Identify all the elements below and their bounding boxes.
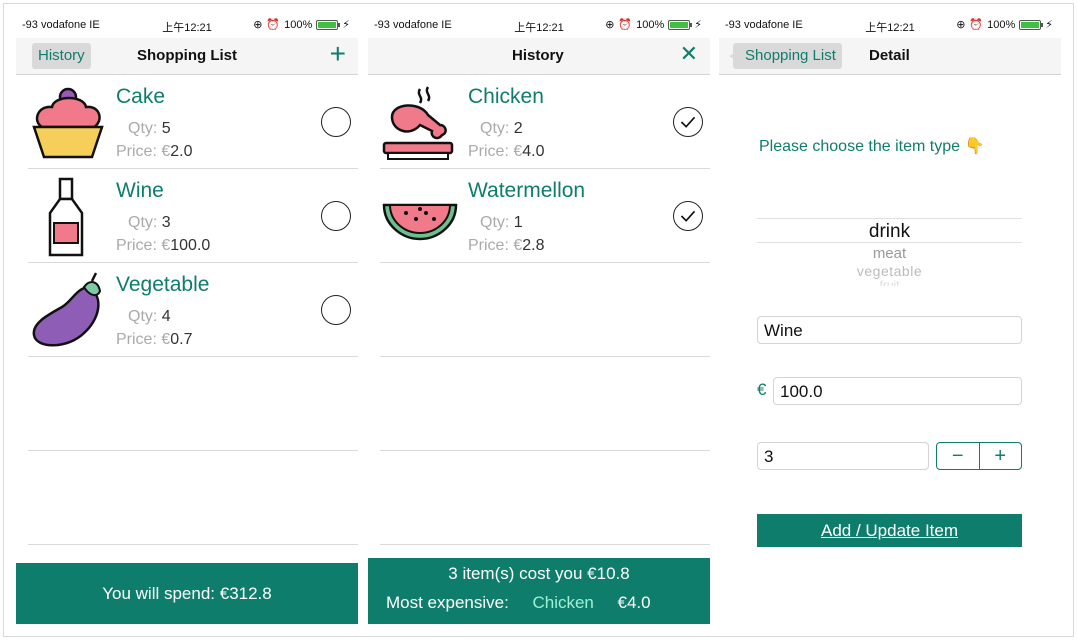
list-item[interactable]: Watermellon Qty: 1 Price: €2.8 <box>380 169 710 263</box>
history-button[interactable]: History <box>32 43 91 69</box>
spend-footer: You will spend: €312.8 <box>16 563 358 624</box>
status-bar: -93 vodafone IE 上午12:21 ⊕ ⏰ 100% ⚡ <box>368 12 710 38</box>
qty-label: Qty: <box>128 120 158 137</box>
list-item[interactable]: Chicken Qty: 2 Price: €4.0 <box>380 75 710 169</box>
chicken-icon <box>382 86 454 160</box>
lock-rotation-icon: ⊕ <box>605 19 615 31</box>
charging-icon: ⚡ <box>1045 19 1053 31</box>
add-update-button[interactable]: Add / Update Item <box>757 514 1022 547</box>
battery-percent: 100% <box>987 18 1016 31</box>
price-label: Price: € <box>116 143 171 160</box>
empty-row <box>380 357 710 451</box>
item-name: Cake <box>116 85 166 108</box>
lock-rotation-icon: ⊕ <box>956 19 966 31</box>
history-screen: -93 vodafone IE 上午12:21 ⊕ ⏰ 100% ⚡ Histo… <box>368 12 710 624</box>
type-prompt: Please choose the item type 👇 <box>759 138 985 155</box>
alarm-icon: ⏰ <box>969 19 984 31</box>
picker-selected[interactable]: drink <box>757 221 1022 243</box>
picker-option[interactable]: meat <box>757 245 1022 262</box>
price-value: 4.0 <box>522 143 545 160</box>
price-label: Price: € <box>116 237 171 254</box>
price-label: Price: € <box>116 331 171 348</box>
watermelon-icon <box>382 203 458 241</box>
battery-percent: 100% <box>284 18 313 31</box>
empty-row <box>380 263 710 357</box>
qty-label: Qty: <box>128 308 158 325</box>
qty-label: Qty: <box>480 214 510 231</box>
chevron-left-icon: ◀ <box>729 47 741 64</box>
item-name: Watermellon <box>468 179 586 202</box>
total-spend: You will spend: €312.8 <box>102 584 272 603</box>
item-type-picker[interactable]: drink meat vegetable fruit <box>757 218 1022 288</box>
eggplant-icon <box>32 272 102 347</box>
plus-icon[interactable]: + <box>978 443 1022 469</box>
history-footer: 3 item(s) cost you €10.8 Most expensive:… <box>368 558 710 624</box>
most-expensive-item: Chicken <box>532 593 594 612</box>
minus-icon[interactable]: − <box>937 443 979 469</box>
battery-percent: 100% <box>636 18 665 31</box>
qty-value: 4 <box>161 308 171 325</box>
item-name-field[interactable]: Wine <box>757 316 1022 344</box>
qty-value: 1 <box>513 214 523 231</box>
nav-bar: History ✕ <box>368 38 710 75</box>
empty-row <box>28 357 358 451</box>
lock-rotation-icon: ⊕ <box>253 19 263 31</box>
detail-screen: -93 vodafone IE 上午12:21 ⊕ ⏰ 100% ⚡ ◀ Shop… <box>719 12 1061 624</box>
back-button[interactable]: ◀ Shopping List <box>729 43 842 69</box>
currency-label: € <box>757 380 767 399</box>
purchase-checkbox[interactable] <box>321 107 351 137</box>
qty-value: 3 <box>161 214 171 231</box>
alarm-icon: ⏰ <box>266 19 281 31</box>
wine-bottle-icon <box>48 177 84 257</box>
price-label: Price: € <box>468 143 523 160</box>
qty-label: Qty: <box>480 120 510 137</box>
alarm-icon: ⏰ <box>618 19 633 31</box>
checkmark-icon[interactable] <box>673 201 703 231</box>
status-bar: -93 vodafone IE 上午12:21 ⊕ ⏰ 100% ⚡ <box>16 12 358 38</box>
item-name: Vegetable <box>116 273 210 296</box>
picker-option[interactable]: fruit <box>757 278 1022 286</box>
charging-icon: ⚡ <box>694 19 702 31</box>
qty-value: 5 <box>161 120 171 137</box>
nav-bar: History Shopping List + <box>16 38 358 75</box>
list-item[interactable]: Vegetable Qty: 4 Price: €0.7 <box>28 263 358 357</box>
close-icon[interactable]: ✕ <box>680 41 698 67</box>
item-name: Chicken <box>468 85 544 108</box>
purchase-checkbox[interactable] <box>321 295 351 325</box>
empty-row <box>380 451 710 545</box>
most-expensive-label: Most expensive: <box>386 593 509 612</box>
page-title: Detail <box>869 47 910 64</box>
checkmark-icon[interactable] <box>673 107 703 137</box>
empty-row <box>28 451 358 545</box>
price-value: 0.7 <box>170 331 193 348</box>
shopping-list-screen: -93 vodafone IE 上午12:21 ⊕ ⏰ 100% ⚡ Histo… <box>16 12 358 624</box>
battery-icon <box>1019 19 1044 30</box>
item-name: Wine <box>116 179 164 202</box>
price-value: 2.8 <box>522 237 545 254</box>
list-item[interactable]: Wine Qty: 3 Price: €100.0 <box>28 169 358 263</box>
qty-value: 2 <box>513 120 523 137</box>
purchase-checkbox[interactable] <box>321 201 351 231</box>
quantity-stepper[interactable]: − + <box>936 442 1022 470</box>
battery-icon <box>316 19 341 30</box>
price-field[interactable]: 100.0 <box>773 377 1022 405</box>
quantity-field[interactable]: 3 <box>757 442 929 470</box>
list-item[interactable]: Cake Qty: 5 Price: €2.0 <box>28 75 358 169</box>
price-value: 100.0 <box>170 237 211 254</box>
back-button-label: Shopping List <box>745 47 836 64</box>
cake-icon <box>32 87 104 159</box>
price-label: Price: € <box>468 237 523 254</box>
price-value: 2.0 <box>170 143 193 160</box>
most-expensive-price: €4.0 <box>617 593 651 612</box>
charging-icon: ⚡ <box>342 19 350 31</box>
page-title: Shopping List <box>137 47 237 64</box>
status-bar: -93 vodafone IE 上午12:21 ⊕ ⏰ 100% ⚡ <box>719 12 1061 38</box>
page-title: History <box>512 47 564 64</box>
nav-bar: ◀ Shopping List Detail <box>719 38 1061 75</box>
history-summary: 3 item(s) cost you €10.8 <box>448 564 630 583</box>
battery-icon <box>668 19 693 30</box>
plus-icon[interactable]: + <box>330 40 346 68</box>
qty-label: Qty: <box>128 214 158 231</box>
picker-option[interactable]: vegetable <box>757 263 1022 279</box>
